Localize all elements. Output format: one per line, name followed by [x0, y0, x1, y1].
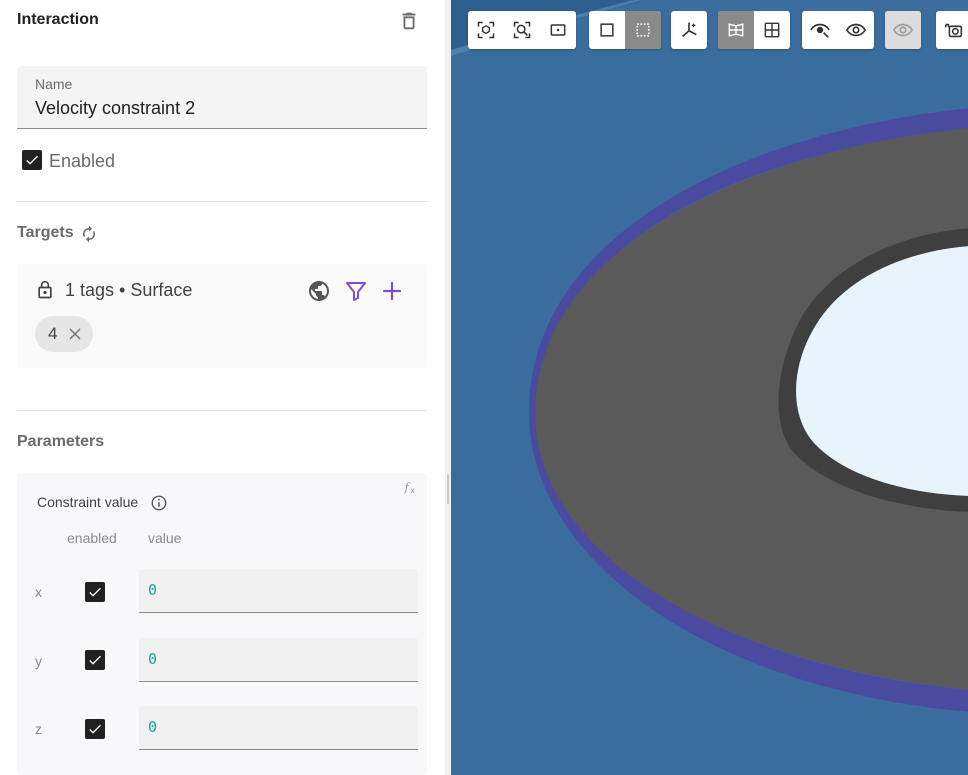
value-input-z[interactable]: 0 — [139, 706, 418, 750]
targets-summary: 1 tags • Surface — [65, 280, 193, 300]
checkmark-icon — [89, 655, 101, 665]
delete-icon[interactable] — [398, 10, 420, 32]
visibility-toolbar — [802, 11, 874, 49]
axes-button[interactable] — [671, 11, 707, 49]
lock-icon[interactable] — [35, 280, 55, 300]
value-input-y[interactable]: 0 — [139, 638, 418, 682]
function-icon[interactable]: fx — [403, 478, 421, 496]
name-input[interactable]: Velocity constraint 2 — [35, 98, 195, 119]
column-header-value: value — [148, 530, 182, 546]
targets-title: Targets — [17, 224, 74, 241]
four-views-button[interactable] — [754, 11, 790, 49]
value-text: 0 — [148, 650, 158, 668]
value-text: 0 — [148, 718, 158, 736]
add-target-icon[interactable] — [380, 279, 404, 303]
hide-others-button — [885, 11, 921, 49]
layout-toolbar — [718, 11, 790, 49]
svg-text:f: f — [404, 481, 411, 494]
enabled-checkbox-y[interactable] — [85, 650, 105, 670]
zoom-to-fit-button[interactable] — [468, 11, 504, 49]
interaction-panel: Interaction Name Velocity constraint 2 E… — [0, 0, 445, 775]
value-text: 0 — [148, 581, 158, 599]
view-toolbar — [468, 11, 576, 49]
column-header-enabled: enabled — [67, 530, 117, 546]
3d-viewport[interactable] — [451, 0, 968, 775]
axes-toolbar — [671, 11, 707, 49]
info-icon[interactable] — [150, 494, 168, 512]
refresh-icon[interactable] — [80, 225, 98, 243]
checkmark-icon — [89, 724, 101, 734]
perspective-button[interactable] — [718, 11, 754, 49]
target-chip[interactable]: 4 — [35, 316, 93, 352]
checkmark-icon — [26, 155, 38, 165]
svg-text:x: x — [411, 486, 416, 495]
visibility-disabled-toolbar — [885, 11, 921, 49]
divider — [17, 410, 427, 411]
selection-toolbar — [589, 11, 661, 49]
perspective-icon — [728, 23, 744, 37]
show-all-icon — [845, 23, 867, 37]
four-views-icon — [764, 22, 780, 38]
screenshot-icon — [945, 23, 963, 38]
filter-icon[interactable] — [344, 279, 368, 303]
chip-label: 4 — [48, 324, 58, 343]
constraint-value-label: Constraint value — [37, 494, 139, 510]
globe-icon[interactable] — [307, 279, 331, 303]
box-zoom-icon — [550, 24, 566, 36]
screenshot-button[interactable] — [936, 11, 968, 49]
value-input-x[interactable]: 0 — [139, 569, 418, 613]
box-select-button[interactable] — [625, 11, 661, 49]
hide-selection-button[interactable] — [802, 11, 838, 49]
point-select-icon — [600, 23, 614, 37]
parameters-title: Parameters — [17, 433, 105, 450]
zoom-to-fit-icon — [477, 21, 495, 39]
screenshot-toolbar — [936, 11, 968, 49]
zoom-to-selection-button[interactable] — [504, 11, 540, 49]
enabled-checkbox-z[interactable] — [85, 719, 105, 739]
hide-others-icon — [892, 23, 914, 37]
targets-box: 1 tags • Surface 4 — [17, 264, 427, 368]
zoom-to-selection-icon — [513, 21, 531, 39]
axis-label-z: z — [35, 721, 42, 737]
axes-icon — [682, 22, 697, 38]
name-field[interactable]: Name Velocity constraint 2 — [17, 66, 427, 129]
axis-label-x: x — [35, 584, 42, 600]
show-all-button[interactable] — [838, 11, 874, 49]
hide-selection-icon — [810, 23, 830, 38]
name-label: Name — [35, 76, 73, 92]
panel-title: Interaction — [17, 11, 99, 28]
3d-scene[interactable] — [451, 0, 968, 775]
axis-label-y: y — [35, 653, 42, 669]
checkmark-icon — [89, 587, 101, 597]
point-select-button[interactable] — [589, 11, 625, 49]
box-select-icon — [636, 23, 650, 37]
close-icon[interactable] — [67, 326, 83, 342]
constraint-parameters: fx Constraint value enabled value x 0 y … — [17, 473, 427, 775]
enabled-label: Enabled — [49, 151, 116, 171]
enabled-checkbox-x[interactable] — [85, 582, 105, 602]
resize-grip-icon — [447, 474, 449, 504]
box-zoom-button[interactable] — [540, 11, 576, 49]
enabled-checkbox[interactable] — [22, 150, 42, 170]
divider — [17, 201, 427, 202]
